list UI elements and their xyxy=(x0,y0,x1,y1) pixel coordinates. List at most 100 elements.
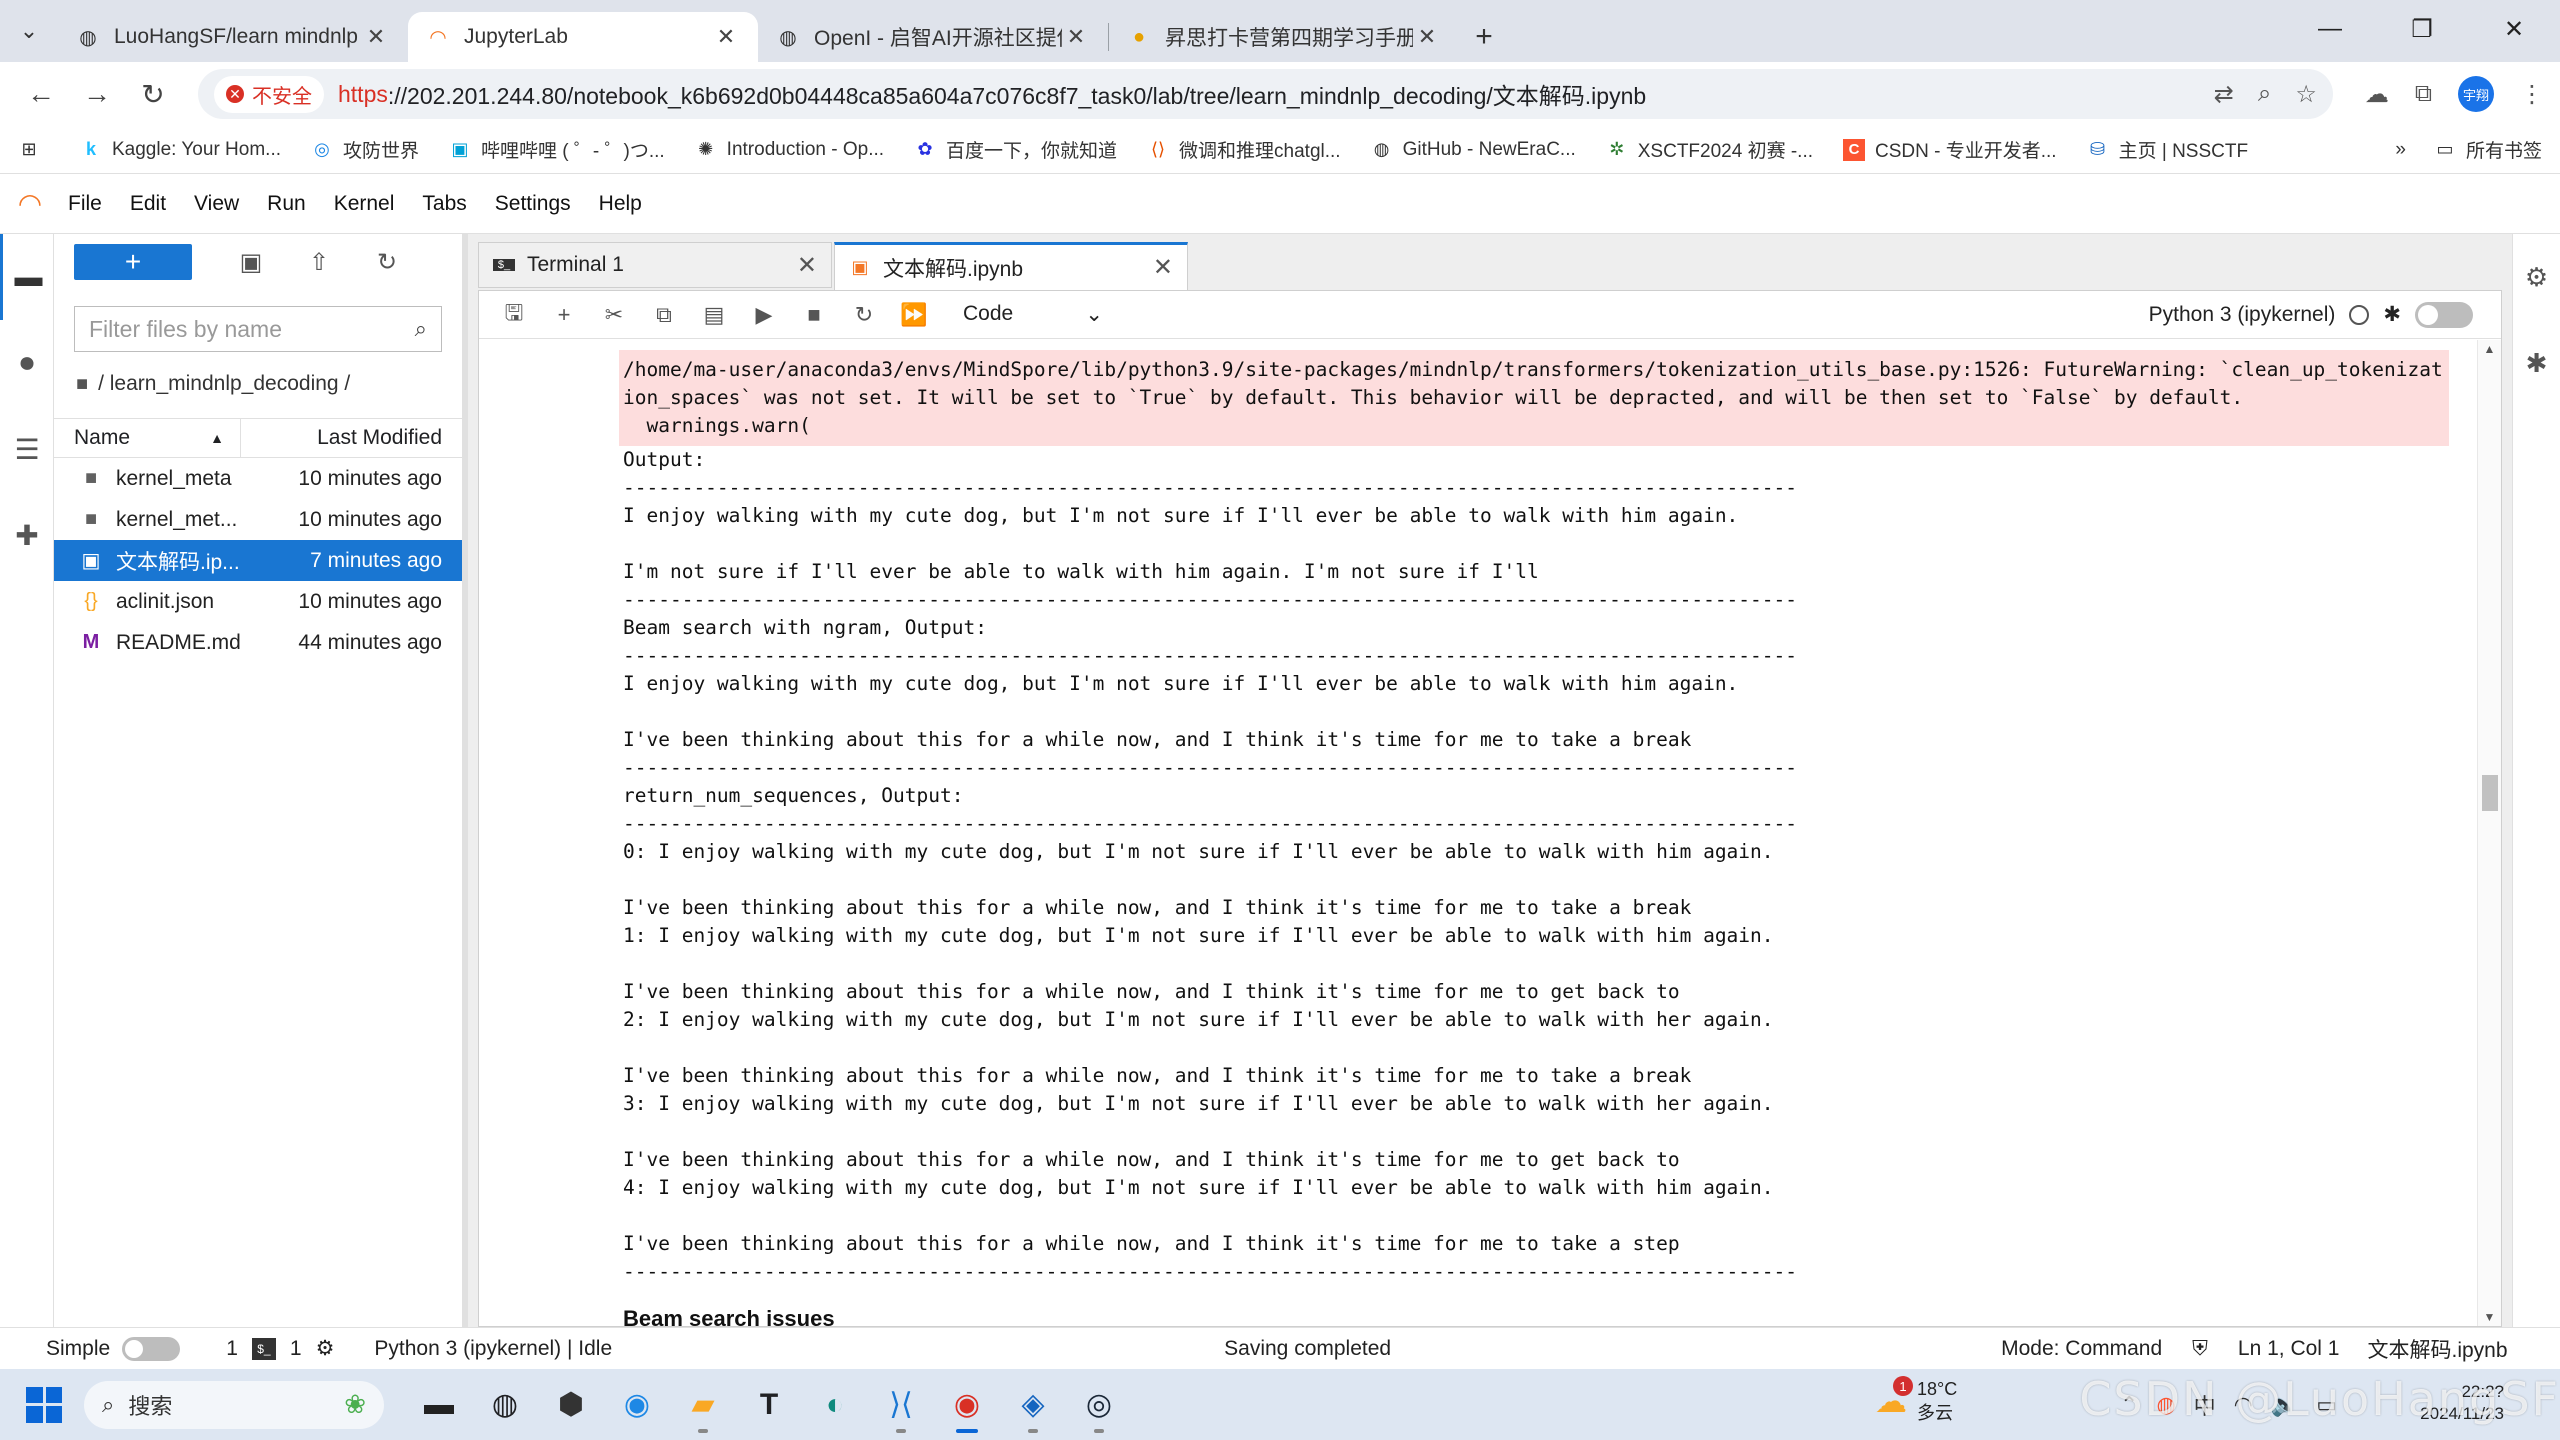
close-icon[interactable]: ✕ xyxy=(797,251,817,280)
refresh-icon[interactable]: ↻ xyxy=(362,248,412,277)
kernel-name-button[interactable]: Python 3 (ipykernel) xyxy=(2149,303,2336,327)
bookmark-item[interactable]: ⛁ 主页 | NSSCTF xyxy=(2087,136,2248,163)
menu-file[interactable]: File xyxy=(68,192,102,216)
steam-icon[interactable]: ◎ xyxy=(1066,1375,1132,1435)
debugger-bug-icon[interactable]: ✱ xyxy=(2513,320,2560,406)
browser-app-icon[interactable]: ◉ xyxy=(604,1375,670,1435)
close-icon[interactable]: ✕ xyxy=(1062,24,1090,50)
doc-tab-notebook[interactable]: ▣ 文本解码.ipynb ✕ xyxy=(834,242,1188,290)
restore-icon[interactable]: ❐ xyxy=(2376,0,2468,58)
file-row[interactable]: M README.md 44 minutes ago xyxy=(54,622,462,663)
bookmark-item[interactable]: ▣ 哔哩哔哩 ( ゜- ゜)つ... xyxy=(449,136,665,163)
menu-view[interactable]: View xyxy=(194,192,239,216)
csdn-tray-icon[interactable]: ◍ xyxy=(2156,1392,2175,1418)
browser-tab-jupyterlab[interactable]: ◠ JupyterLab ✕ xyxy=(408,12,758,62)
scroll-down-arrow-icon[interactable]: ▼ xyxy=(2478,1310,2501,1324)
close-icon[interactable]: ✕ xyxy=(1153,253,1173,282)
chrome-icon[interactable]: ◉ xyxy=(934,1375,1000,1435)
weather-widget[interactable]: ☁ 1 18°C 多云 xyxy=(1875,1376,1957,1425)
close-icon[interactable]: ✕ xyxy=(362,24,390,50)
new-launcher-button[interactable]: + xyxy=(74,244,192,280)
clash-icon[interactable]: ◈ xyxy=(1000,1375,1066,1435)
bookmark-item[interactable]: ◍ GitHub - NewEraC... xyxy=(1371,139,1576,161)
menu-settings[interactable]: Settings xyxy=(495,192,571,216)
run-all-icon[interactable]: ⏩ xyxy=(889,302,939,328)
cell-type-select[interactable]: Code ⌄ xyxy=(963,302,1103,327)
github-desktop-icon[interactable]: ◍ xyxy=(472,1375,538,1435)
menu-kernel[interactable]: Kernel xyxy=(334,192,395,216)
task-view-icon[interactable]: ▬ xyxy=(406,1375,472,1435)
all-bookmarks-button[interactable]: ▭ 所有书签 xyxy=(2434,136,2542,163)
new-tab-button[interactable]: + xyxy=(1459,12,1509,62)
stop-icon[interactable]: ■ xyxy=(789,302,839,328)
typora-icon[interactable]: T xyxy=(736,1375,802,1435)
file-explorer-icon[interactable]: ▰ xyxy=(670,1375,736,1435)
run-icon[interactable]: ▶ xyxy=(739,302,789,328)
file-row[interactable]: {} aclinit.json 10 minutes ago xyxy=(54,581,462,622)
extensions-puzzle-icon[interactable]: ⧉ xyxy=(2415,80,2432,108)
upload-icon[interactable]: ⇧ xyxy=(294,248,344,277)
bookmark-item[interactable]: C CSDN - 专业开发者... xyxy=(1843,136,2057,163)
kernel-status[interactable]: Python 3 (ipykernel) | Idle xyxy=(374,1337,612,1361)
menu-tabs[interactable]: Tabs xyxy=(422,192,466,216)
more-menu-icon[interactable]: ⋮ xyxy=(2520,80,2544,109)
menu-edit[interactable]: Edit xyxy=(130,192,166,216)
file-browser-folder-icon[interactable]: ▬ xyxy=(0,234,54,320)
edge-icon[interactable]: ◐ xyxy=(802,1375,868,1435)
tab-search-chevron-icon[interactable]: ⌄ xyxy=(0,0,58,62)
browser-tab-mindspore[interactable]: ● 昇思打卡营第四期学习手册（庄 ✕ xyxy=(1109,12,1459,62)
extension-cloud-icon[interactable]: ☁ xyxy=(2365,80,2389,109)
simple-mode-toggle[interactable] xyxy=(122,1336,181,1361)
debugger-bug-icon[interactable]: ✱ xyxy=(2383,302,2401,327)
restart-icon[interactable]: ↻ xyxy=(839,302,889,328)
filter-files-input[interactable]: Filter files by name ⌕ xyxy=(74,306,442,352)
bookmark-item[interactable]: ⟨⟩ 微调和推理chatgl... xyxy=(1147,136,1341,163)
chevron-up-icon[interactable]: ⌃ xyxy=(2120,1392,2138,1418)
terminal-count[interactable]: 1 xyxy=(226,1337,238,1361)
extension-manager-puzzle-icon[interactable]: ✚ xyxy=(0,492,54,578)
close-icon[interactable]: ✕ xyxy=(712,24,740,50)
trusted-shield-icon[interactable]: ⛨ xyxy=(2192,1337,2208,1361)
copy-icon[interactable]: ⧉ xyxy=(639,302,689,328)
breadcrumb[interactable]: ■ / learn_mindnlp_decoding / xyxy=(54,356,462,412)
back-arrow-icon[interactable]: ← xyxy=(16,69,66,119)
bookmark-item[interactable]: k Kaggle: Your Hom... xyxy=(80,139,281,161)
security-chip[interactable]: ✕ 不安全 xyxy=(214,75,324,113)
scroll-up-arrow-icon[interactable]: ▲ xyxy=(2478,342,2501,356)
save-icon[interactable]: 🖫 xyxy=(489,296,539,334)
profile-avatar[interactable]: 宇翔 xyxy=(2458,76,2494,112)
close-icon[interactable]: ✕ xyxy=(1413,24,1441,50)
forward-arrow-icon[interactable]: → xyxy=(72,69,122,119)
file-row-selected[interactable]: ▣ 文本解码.ip... 7 minutes ago xyxy=(54,540,462,581)
property-inspector-gear-icon[interactable]: ⚙ xyxy=(2513,234,2560,320)
cut-icon[interactable]: ✂ xyxy=(589,302,639,328)
battery-icon[interactable]: ▭ xyxy=(2316,1392,2337,1418)
zoom-icon[interactable]: ⌕ xyxy=(2258,80,2271,109)
cursor-position[interactable]: Ln 1, Col 1 xyxy=(2238,1337,2340,1361)
bookmark-item[interactable]: ◎ 攻防世界 xyxy=(311,136,419,163)
notebook-scrollbar[interactable]: ▲ ▼ xyxy=(2477,340,2501,1326)
minimize-icon[interactable]: — xyxy=(2284,0,2376,58)
column-name-header[interactable]: Name ▲ xyxy=(54,419,241,457)
browser-tab-github[interactable]: ◍ LuoHangSF/learn mindnlp d ✕ xyxy=(58,12,408,62)
wifi-icon[interactable]: ◠ xyxy=(2234,1392,2253,1418)
bookmark-item[interactable]: ✺ Introduction - Op... xyxy=(695,139,884,161)
translate-icon[interactable]: ⇄ xyxy=(2214,80,2234,109)
volume-icon[interactable]: 🔈 xyxy=(2271,1392,2298,1418)
taskbar-search[interactable]: ⌕ 搜索 ❀ xyxy=(84,1380,384,1429)
chevron-right-double-icon[interactable]: » xyxy=(2395,139,2406,161)
unity-icon[interactable]: ⬢ xyxy=(538,1375,604,1435)
taskbar-clock[interactable]: 22:2? 2024/11/23 xyxy=(2420,1381,2504,1425)
menu-run[interactable]: Run xyxy=(267,192,306,216)
paste-icon[interactable]: ▤ xyxy=(689,302,739,328)
browser-tab-openi[interactable]: ◍ OpenI - 启智AI开源社区提供普 ✕ xyxy=(758,12,1108,62)
table-of-contents-icon[interactable]: ☰ xyxy=(0,406,54,492)
scrollbar-thumb[interactable] xyxy=(2482,775,2498,811)
reload-icon[interactable]: ↻ xyxy=(128,69,178,119)
bookmark-item[interactable]: ✲ XSCTF2024 初赛 -... xyxy=(1606,136,1813,163)
new-folder-icon[interactable]: ▣ xyxy=(226,248,276,277)
input-language[interactable]: 中 xyxy=(2194,1389,2216,1421)
windows-start-icon[interactable] xyxy=(26,1386,62,1423)
close-window-icon[interactable]: ✕ xyxy=(2468,0,2560,58)
add-cell-icon[interactable]: + xyxy=(539,302,589,328)
